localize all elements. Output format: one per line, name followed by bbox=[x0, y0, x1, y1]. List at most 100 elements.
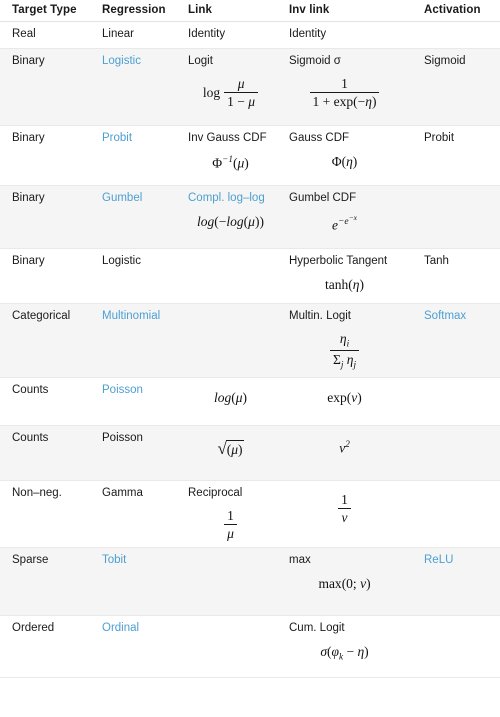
cell-inv-link: Identity bbox=[279, 21, 406, 49]
inv-link-label: Multin. Logit bbox=[289, 309, 352, 322]
cell-activation bbox=[406, 615, 500, 678]
inv-link-formula: exp(ν) bbox=[327, 389, 362, 405]
cell-target-type: Binary bbox=[0, 248, 95, 304]
link-label: Inv Gauss CDF bbox=[188, 131, 267, 144]
table-header: Target Type Regression Link Inv link Act… bbox=[0, 0, 500, 22]
inv-link-label: Cum. Logit bbox=[289, 621, 345, 634]
cell-link bbox=[178, 547, 279, 616]
activation-label: Sigmoid bbox=[424, 54, 466, 67]
link-label: Identity bbox=[188, 28, 226, 40]
glm-link-function-table: Target Type Regression Link Inv link Act… bbox=[0, 0, 500, 678]
link-link[interactable]: Compl. log–log bbox=[188, 191, 273, 207]
cell-inv-link: Sigmoid σ 11 + exp(−η) bbox=[279, 48, 406, 126]
cell-regression: Logistic bbox=[95, 48, 178, 126]
table-row: Categorical Multinomial Multin. Logit ηi… bbox=[0, 303, 500, 378]
target-type-label: Counts bbox=[12, 383, 49, 396]
inv-link-formula: 1ν bbox=[289, 492, 400, 525]
column-header-target-type: Target Type bbox=[0, 0, 95, 22]
cell-target-type: Binary bbox=[0, 48, 95, 126]
cell-inv-link: Multin. Logit ηi Σj ηj bbox=[279, 303, 406, 378]
regression-link[interactable]: Ordinal bbox=[102, 621, 172, 637]
cell-link: Identity bbox=[178, 21, 279, 49]
cell-link bbox=[178, 303, 279, 378]
inv-link-label: max bbox=[289, 553, 311, 566]
cell-regression: Poisson bbox=[95, 377, 178, 426]
cell-link: √(μ) bbox=[178, 425, 279, 481]
cell-inv-link: max max(0; ν) bbox=[279, 547, 406, 616]
target-type-label: Ordered bbox=[12, 621, 55, 634]
target-type-label: Binary bbox=[12, 131, 45, 144]
cell-link: Logit log μ 1 − μ bbox=[178, 48, 279, 126]
cell-inv-link: Gauss CDF Φ(η) bbox=[279, 125, 406, 186]
regression-label: Linear bbox=[102, 28, 134, 40]
link-formula: 1μ bbox=[188, 508, 273, 541]
cell-regression: Poisson bbox=[95, 425, 178, 481]
column-header-link: Link bbox=[178, 0, 279, 22]
regression-link[interactable]: Probit bbox=[102, 131, 172, 147]
cell-target-type: Binary bbox=[0, 185, 95, 249]
activation-link[interactable]: ReLU bbox=[424, 553, 494, 569]
table-row: Binary Gumbel Compl. log–log log(−log(μ)… bbox=[0, 185, 500, 249]
regression-link[interactable]: Gumbel bbox=[102, 191, 172, 207]
cell-link: Compl. log–log log(−log(μ)) bbox=[178, 185, 279, 249]
target-type-label: Binary bbox=[12, 191, 45, 204]
inv-link-formula: ηi Σj ηj bbox=[289, 331, 400, 370]
inv-link-formula: tanh(η) bbox=[325, 277, 364, 293]
inv-link-formula: ν2 bbox=[339, 438, 350, 456]
column-header-activation: Activation bbox=[406, 0, 500, 22]
table-row: Binary Logistic Hyperbolic Tangent tanh(… bbox=[0, 248, 500, 304]
cell-target-type: Counts bbox=[0, 425, 95, 481]
cell-regression: Probit bbox=[95, 125, 178, 186]
cell-link: log(μ) bbox=[178, 377, 279, 426]
link-formula: Φ−1(μ) bbox=[212, 154, 249, 171]
cell-regression: Gamma bbox=[95, 480, 178, 548]
cell-activation bbox=[406, 21, 500, 49]
regression-label: Gamma bbox=[102, 486, 143, 499]
target-type-label: Categorical bbox=[12, 309, 71, 322]
regression-label: Logistic bbox=[102, 254, 141, 267]
cell-target-type: Real bbox=[0, 21, 95, 49]
cell-regression: Tobit bbox=[95, 547, 178, 616]
link-formula: √(μ) bbox=[217, 438, 244, 458]
link-formula: log(μ) bbox=[213, 389, 248, 405]
cell-activation bbox=[406, 377, 500, 426]
cell-regression: Gumbel bbox=[95, 185, 178, 249]
cell-link bbox=[178, 615, 279, 678]
link-formula: log μ 1 − μ bbox=[188, 76, 273, 109]
regression-link[interactable]: Tobit bbox=[102, 553, 172, 569]
target-type-label: Counts bbox=[12, 431, 49, 444]
table-header-row: Target Type Regression Link Inv link Act… bbox=[0, 0, 500, 22]
table-row: Non–neg. Gamma Reciprocal 1μ 1ν bbox=[0, 480, 500, 548]
regression-link[interactable]: Multinomial bbox=[102, 309, 172, 325]
target-type-label: Binary bbox=[12, 54, 45, 67]
inv-link-label: Hyperbolic Tangent bbox=[289, 254, 388, 267]
target-type-label: Binary bbox=[12, 254, 45, 267]
cell-activation: Tanh bbox=[406, 248, 500, 304]
column-header-regression: Regression bbox=[95, 0, 178, 22]
cell-target-type: Sparse bbox=[0, 547, 95, 616]
link-label: Logit bbox=[188, 54, 213, 67]
cell-regression: Logistic bbox=[95, 248, 178, 304]
inv-link-formula: 11 + exp(−η) bbox=[289, 76, 400, 109]
activation-link[interactable]: Softmax bbox=[424, 309, 494, 325]
inv-link-formula: e−e−x bbox=[331, 213, 358, 233]
regression-link[interactable]: Poisson bbox=[102, 383, 172, 399]
inv-link-label: Gauss CDF bbox=[289, 131, 350, 144]
cell-activation: Softmax bbox=[406, 303, 500, 378]
activation-label: Probit bbox=[424, 131, 455, 144]
cell-activation bbox=[406, 185, 500, 249]
cell-regression: Ordinal bbox=[95, 615, 178, 678]
table-row: Counts Poisson √(μ) ν2 bbox=[0, 425, 500, 481]
table-row: Ordered Ordinal Cum. Logit σ(φk − η) bbox=[0, 615, 500, 678]
target-type-label: Real bbox=[12, 28, 36, 40]
cell-inv-link: Cum. Logit σ(φk − η) bbox=[279, 615, 406, 678]
link-formula: log(−log(μ)) bbox=[197, 214, 264, 230]
cell-activation: Probit bbox=[406, 125, 500, 186]
link-label: Reciprocal bbox=[188, 486, 243, 499]
cell-inv-link: ν2 bbox=[279, 425, 406, 481]
regression-link[interactable]: Logistic bbox=[102, 54, 172, 70]
cell-regression: Linear bbox=[95, 21, 178, 49]
cell-target-type: Non–neg. bbox=[0, 480, 95, 548]
cell-regression: Multinomial bbox=[95, 303, 178, 378]
cell-target-type: Counts bbox=[0, 377, 95, 426]
